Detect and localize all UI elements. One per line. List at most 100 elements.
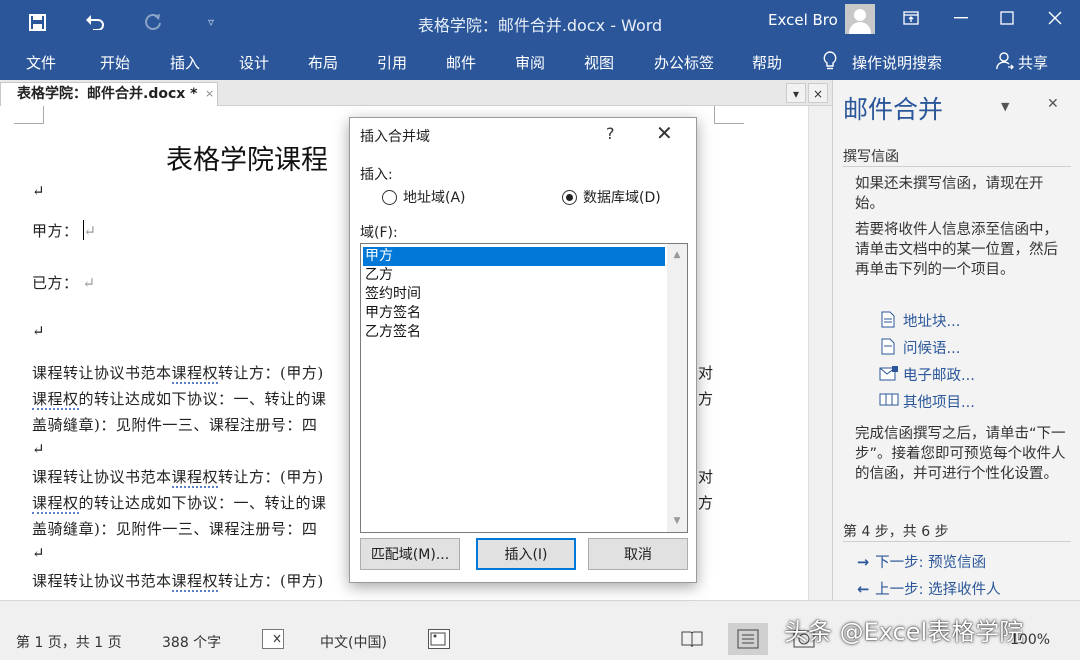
document-text-line: 课程权的转让达成如下协议：一、转让的课 (32, 390, 327, 410)
pane-close-icon[interactable]: ✕ (1047, 96, 1059, 112)
close-all-tabs-icon[interactable]: × (808, 83, 828, 103)
close-icon[interactable] (1032, 0, 1078, 36)
ribbon-tabs: 文件 开始 插入 设计 布局 引用 邮件 审阅 视图 办公标签 帮助 操作说明搜… (0, 44, 1080, 80)
avatar[interactable] (845, 4, 875, 34)
address-fields-radio[interactable]: 地址域(A) (382, 187, 466, 207)
language-indicator[interactable]: 中文(中国) (320, 632, 387, 652)
document-text-line: 课程转让协议书范本课程权转让方：(甲方) (32, 468, 324, 488)
tab-insert[interactable]: 插入 (170, 52, 200, 73)
cancel-button[interactable]: 取消 (588, 538, 688, 570)
next-step-link[interactable]: → 下一步: 预览信函 (857, 551, 986, 572)
share-person-icon[interactable] (996, 52, 1014, 74)
vertical-scrollbar[interactable] (808, 106, 832, 600)
field-item[interactable]: 乙方签名 (363, 323, 665, 342)
document-text-line: 课程权的转让达成如下协议：一、转让的课 (32, 494, 327, 514)
document-text-fragment: 方 (698, 390, 714, 408)
electronic-postage-icon (879, 365, 898, 383)
more-items-link[interactable]: 其他项目... (903, 391, 975, 412)
tab-home[interactable]: 开始 (100, 52, 130, 73)
lightbulb-icon[interactable] (822, 51, 838, 75)
paragraph-mark: ↵ (83, 222, 97, 240)
tab-review[interactable]: 审阅 (515, 52, 545, 73)
tell-me-search[interactable]: 操作说明搜索 (852, 52, 942, 73)
field-item[interactable]: 乙方 (363, 266, 665, 285)
scroll-up-icon[interactable]: ▲ (667, 250, 687, 260)
tab-list-dropdown-icon[interactable]: ▾ (786, 83, 806, 103)
pane-instructions: 若要将收件人信息添至信函中，请单击文档中的某一位置，然后再单击下列的一个项目。 (855, 222, 1058, 278)
listbox-scrollbar[interactable]: ▲ ▼ (667, 244, 687, 532)
share-button[interactable]: 共享 (1018, 52, 1048, 73)
pane-instructions: 完成信函撰写之后，请单击“下一步”。接着您即可预览每个收件人的信函，并可进行个性… (855, 426, 1066, 482)
mail-merge-pane: 邮件合并 ▼ ✕ 撰写信函 如果还未撰写信函，请现在开始。 若要将收件人信息添至… (832, 80, 1080, 600)
field-item[interactable]: 甲方签名 (363, 304, 665, 323)
tab-references[interactable]: 引用 (377, 52, 407, 73)
document-text-line: 盖骑缝章)：见附件一三、课程注册号：四 (32, 520, 318, 538)
paragraph-mark: ↵ (32, 440, 46, 458)
user-name[interactable]: Excel Bro (768, 11, 838, 29)
pane-options-icon[interactable]: ▼ (1001, 100, 1009, 113)
print-layout-view-button[interactable] (728, 623, 768, 655)
party-b-line: 已方： ↵ (32, 272, 96, 293)
field-item[interactable]: 签约时间 (363, 285, 665, 304)
previous-step-link[interactable]: ← 上一步: 选择收件人 (857, 578, 1001, 599)
paragraph-mark: ↵ (32, 544, 46, 562)
document-text-fragment: 对 (698, 364, 714, 382)
step-indicator: 第 4 步，共 6 步 (843, 524, 949, 540)
match-fields-button[interactable]: 匹配域(M)... (360, 538, 460, 570)
document-tab[interactable]: 表格学院：邮件合并.docx * × (0, 82, 218, 106)
watermark-text: 头条 @Excel表格学院 (784, 618, 1024, 646)
electronic-postage-link[interactable]: 电子邮政... (903, 364, 975, 385)
document-tab-strip: 表格学院：邮件合并.docx * × ▾ × (0, 80, 832, 106)
tab-layout[interactable]: 布局 (308, 52, 338, 73)
dialog-close-icon[interactable]: ✕ (656, 121, 673, 145)
arrow-left-icon: ← (857, 582, 870, 598)
address-block-link[interactable]: 地址块... (903, 310, 960, 331)
section-divider (843, 166, 1071, 167)
word-count[interactable]: 388 个字 (162, 632, 221, 652)
field-item-selected[interactable]: 甲方 (363, 247, 665, 266)
read-mode-icon[interactable] (680, 629, 704, 653)
ribbon-display-icon[interactable] (888, 0, 934, 36)
dialog-title: 插入合并域 (360, 129, 430, 145)
section-divider (843, 541, 1071, 542)
macro-record-icon[interactable] (428, 629, 450, 649)
greeting-line-icon (881, 338, 897, 356)
fields-listbox[interactable]: 甲方 乙方 签约时间 甲方签名 乙方签名 ▲ ▼ (360, 243, 688, 533)
greeting-line-link[interactable]: 问候语... (903, 337, 960, 358)
database-fields-radio[interactable]: 数据库域(D) (562, 187, 661, 207)
document-text-fragment: 对 (698, 468, 714, 486)
insert-merge-field-dialog: 插入合并域 ? ✕ 插入: 地址域(A) 数据库域(D) 域(F): 甲方 乙方… (349, 117, 697, 583)
paragraph-mark: ↵ (32, 322, 46, 340)
tab-close-icon[interactable]: × (205, 83, 214, 105)
more-items-icon (879, 392, 899, 410)
document-text-line: 课程转让协议书范本课程权转让方：(甲方) (32, 364, 324, 384)
document-text-fragment: 方 (698, 494, 714, 512)
arrow-right-icon: → (857, 555, 870, 571)
insert-label: 插入: (360, 167, 393, 183)
paragraph-mark: ↵ (32, 182, 46, 200)
help-icon[interactable]: ? (606, 124, 615, 143)
party-a-label: 甲方： (32, 222, 79, 240)
scroll-down-icon[interactable]: ▼ (667, 516, 687, 526)
tab-file[interactable]: 文件 (26, 52, 56, 73)
proofing-icon[interactable] (262, 629, 284, 649)
party-a-line: 甲方： ↵ (32, 220, 97, 241)
document-text-line: 盖骑缝章)：见附件一三、课程注册号：四 (32, 416, 318, 434)
title-bar: ▿ 表格学院：邮件合并.docx - Word Excel Bro (0, 0, 1080, 44)
tab-mailings[interactable]: 邮件 (446, 52, 476, 73)
address-block-icon (881, 311, 897, 329)
minimize-icon[interactable] (938, 0, 984, 36)
tab-design[interactable]: 设计 (239, 52, 269, 73)
maximize-icon[interactable] (984, 0, 1030, 36)
tab-view[interactable]: 视图 (584, 52, 614, 73)
page-count[interactable]: 第 1 页，共 1 页 (16, 632, 122, 652)
party-b-label: 已方： (32, 274, 79, 292)
document-heading: 表格学院课程 (166, 145, 328, 176)
fields-label: 域(F): (360, 225, 398, 241)
tab-help[interactable]: 帮助 (752, 52, 782, 73)
document-tab-label: 表格学院：邮件合并.docx * (17, 86, 198, 102)
pane-instructions: 如果还未撰写信函，请现在开始。 (855, 176, 1044, 212)
paragraph-mark: ↵ (82, 274, 96, 292)
insert-button[interactable]: 插入(I) (476, 538, 576, 570)
tab-office-tab[interactable]: 办公标签 (654, 52, 714, 73)
